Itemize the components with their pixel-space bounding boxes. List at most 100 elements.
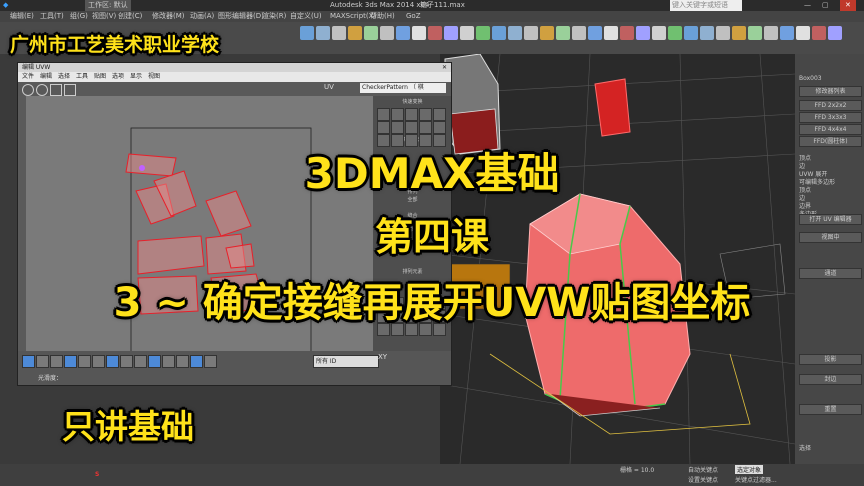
menu-item[interactable]: 帮助(H) xyxy=(370,11,395,22)
uv-tool-button[interactable] xyxy=(391,121,404,134)
uv-menu-item[interactable]: 选项 xyxy=(112,72,124,82)
toolbar-tool-icon[interactable] xyxy=(444,26,458,40)
set-key-button[interactable]: 设置关键点 xyxy=(688,475,718,484)
uv-bottom-tool-icon[interactable] xyxy=(162,355,175,368)
uv-bottom-tool-icon[interactable] xyxy=(78,355,91,368)
command-panel-button[interactable]: 投影 xyxy=(799,354,862,365)
search-input[interactable]: 键入关键字或短语 xyxy=(670,0,742,11)
key-filter-button[interactable]: 关键点过滤器... xyxy=(735,475,777,484)
uv-bottom-tool-icon[interactable] xyxy=(148,355,161,368)
uv-bottom-tool-icon[interactable] xyxy=(22,355,35,368)
uv-menu-item[interactable]: 工具 xyxy=(76,72,88,82)
menu-item[interactable]: 渲染(R) xyxy=(262,11,286,22)
close-button[interactable]: ✕ xyxy=(840,0,856,11)
move-icon[interactable] xyxy=(22,84,34,96)
workspace-select[interactable]: 工作区: 默认 xyxy=(85,0,131,11)
uv-tool-button[interactable] xyxy=(433,121,446,134)
toolbar-tool-icon[interactable] xyxy=(364,26,378,40)
uv-bottom-tool-icon[interactable] xyxy=(36,355,49,368)
command-panel-button[interactable]: FFD 4x4x4 xyxy=(799,124,862,135)
toolbar-tool-icon[interactable] xyxy=(732,26,746,40)
menu-item[interactable]: 组(G) xyxy=(70,11,88,22)
toolbar-tool-icon[interactable] xyxy=(668,26,682,40)
toolbar-tool-icon[interactable] xyxy=(300,26,314,40)
toolbar-tool-icon[interactable] xyxy=(524,26,538,40)
minimize-button[interactable]: — xyxy=(804,0,811,11)
uv-menu-item[interactable]: 视图 xyxy=(148,72,160,82)
texture-select[interactable]: CheckerPattern （ 棋 xyxy=(360,83,446,93)
command-panel-button[interactable]: FFD 3x3x3 xyxy=(799,112,862,123)
toolbar-tool-icon[interactable] xyxy=(428,26,442,40)
uv-menu-item[interactable]: 编辑 xyxy=(40,72,52,82)
maximize-button[interactable]: ▢ xyxy=(822,0,829,11)
toolbar-tool-icon[interactable] xyxy=(828,26,842,40)
uv-tool-button[interactable] xyxy=(377,121,390,134)
toolbar-tool-icon[interactable] xyxy=(572,26,586,40)
uv-menu-item[interactable]: 显示 xyxy=(130,72,142,82)
uv-menu-item[interactable]: 文件 xyxy=(22,72,34,82)
uv-bottom-tool-icon[interactable] xyxy=(50,355,63,368)
command-panel-button[interactable]: 修改器列表 xyxy=(799,86,862,97)
uv-menu-item[interactable]: 选择 xyxy=(58,72,70,82)
uv-bottom-tool-icon[interactable] xyxy=(92,355,105,368)
toolbar-tool-icon[interactable] xyxy=(764,26,778,40)
uv-bottom-tool-icon[interactable] xyxy=(120,355,133,368)
uv-bottom-tool-icon[interactable] xyxy=(190,355,203,368)
toolbar-tool-icon[interactable] xyxy=(508,26,522,40)
uv-bottom-tool-icon[interactable] xyxy=(204,355,217,368)
toolbar-tool-icon[interactable] xyxy=(652,26,666,40)
uv-tool-button[interactable] xyxy=(391,108,404,121)
toolbar-tool-icon[interactable] xyxy=(460,26,474,40)
uv-tool-button[interactable] xyxy=(405,108,418,121)
menu-item[interactable]: 创建(C) xyxy=(118,11,142,22)
selected-object-select[interactable]: 选定对象 xyxy=(735,465,764,474)
toolbar-tool-icon[interactable] xyxy=(716,26,730,40)
toolbar-tool-icon[interactable] xyxy=(540,26,554,40)
toolbar-tool-icon[interactable] xyxy=(700,26,714,40)
rotate-icon[interactable] xyxy=(36,84,48,96)
scale-icon[interactable] xyxy=(50,84,62,96)
autokey-button[interactable]: 自动关键点 xyxy=(688,465,718,474)
uv-bottom-tool-icon[interactable] xyxy=(134,355,147,368)
toolbar-tool-icon[interactable] xyxy=(588,26,602,40)
toolbar-tool-icon[interactable] xyxy=(620,26,634,40)
menu-item[interactable]: GoZ xyxy=(406,11,421,22)
toolbar-tool-icon[interactable] xyxy=(396,26,410,40)
menu-item[interactable]: 动画(A) xyxy=(190,11,214,22)
command-panel-button[interactable]: FFD 2x2x2 xyxy=(799,100,862,111)
menu-item[interactable]: 视图(V) xyxy=(92,11,116,22)
uv-bottom-tool-icon[interactable] xyxy=(176,355,189,368)
uv-tool-button[interactable] xyxy=(405,121,418,134)
toolbar-tool-icon[interactable] xyxy=(636,26,650,40)
toolbar-tool-icon[interactable] xyxy=(812,26,826,40)
menu-item[interactable]: 图形编辑器(D) xyxy=(218,11,264,22)
toolbar-tool-icon[interactable] xyxy=(476,26,490,40)
app-logo-icon[interactable]: ◆ xyxy=(3,0,8,11)
toolbar-tool-icon[interactable] xyxy=(380,26,394,40)
ime-icon[interactable]: S xyxy=(95,471,99,478)
command-panel-button[interactable]: 重置 xyxy=(799,404,862,415)
uv-tool-button[interactable] xyxy=(419,121,432,134)
uv-tool-button[interactable] xyxy=(377,108,390,121)
command-panel-button[interactable]: 封边 xyxy=(799,374,862,385)
toolbar-tool-icon[interactable] xyxy=(604,26,618,40)
uv-editor-close-icon[interactable]: ✕ xyxy=(442,63,447,72)
uv-bottom-tool-icon[interactable] xyxy=(64,355,77,368)
uv-menu-item[interactable]: 贴图 xyxy=(94,72,106,82)
uv-bottom-tool-icon[interactable] xyxy=(106,355,119,368)
toolbar-tool-icon[interactable] xyxy=(796,26,810,40)
toolbar-tool-icon[interactable] xyxy=(748,26,762,40)
toolbar-tool-icon[interactable] xyxy=(332,26,346,40)
uv-tool-button[interactable] xyxy=(433,108,446,121)
toolbar-tool-icon[interactable] xyxy=(780,26,794,40)
toolbar-tool-icon[interactable] xyxy=(492,26,506,40)
uv-tool-button[interactable] xyxy=(419,108,432,121)
freeform-icon[interactable] xyxy=(64,84,76,96)
toolbar-tool-icon[interactable] xyxy=(684,26,698,40)
toolbar-tool-icon[interactable] xyxy=(348,26,362,40)
menu-item[interactable]: 自定义(U) xyxy=(290,11,322,22)
menu-item[interactable]: 编辑(E) xyxy=(10,11,34,22)
menu-item[interactable]: 工具(T) xyxy=(40,11,64,22)
uv-side-label[interactable]: 快速变换 xyxy=(376,98,449,106)
toolbar-tool-icon[interactable] xyxy=(316,26,330,40)
